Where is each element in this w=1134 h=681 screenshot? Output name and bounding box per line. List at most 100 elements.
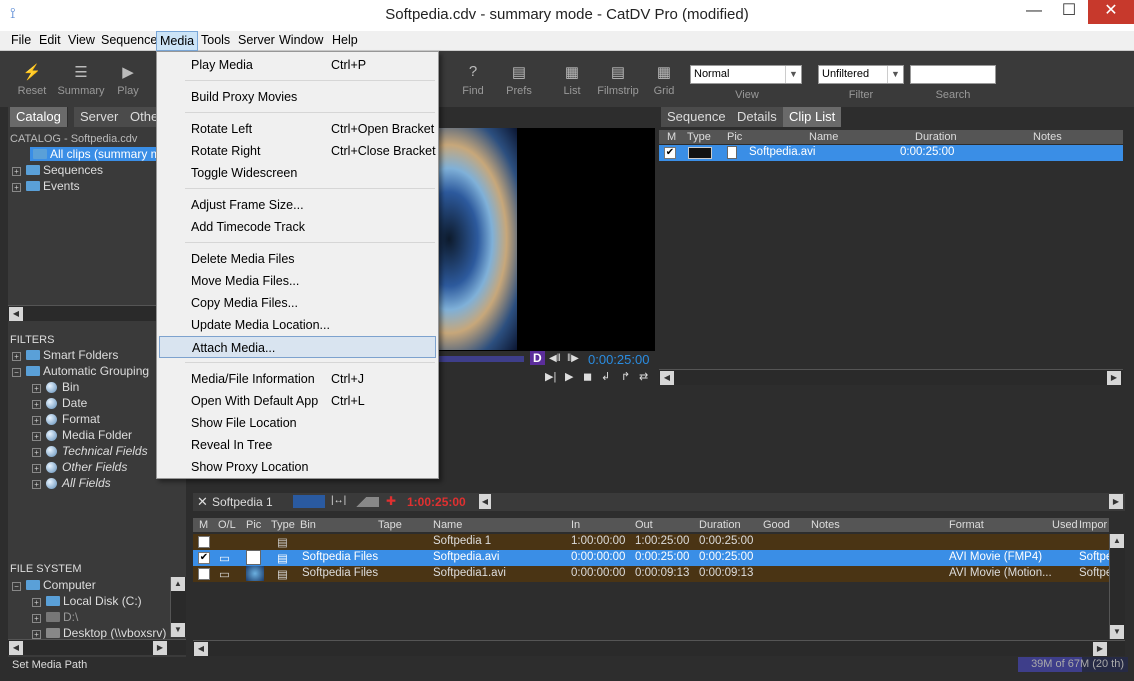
step-forward-icon[interactable]: ‖▶ [567, 353, 579, 364]
menu-item-copy-media-files[interactable]: Copy Media Files... [159, 292, 436, 314]
filter-smart-folders[interactable]: + Smart Folders [12, 348, 118, 362]
mark-in-icon[interactable]: ▶ [565, 370, 573, 383]
expand-icon[interactable]: + [32, 480, 41, 489]
scroll-down-icon[interactable]: ▼ [171, 623, 185, 637]
scroll-left-icon[interactable]: ◀ [9, 641, 23, 655]
menu-item-play-media[interactable]: Play Media Ctrl+P [159, 54, 436, 76]
menu-item-reveal-in-tree[interactable]: Reveal In Tree [159, 434, 436, 456]
view-select[interactable]: Normal ▼ [690, 65, 802, 84]
scroll-right-icon[interactable]: ▶ [153, 641, 167, 655]
fs-local-disk[interactable]: + Local Disk (C:) [32, 594, 142, 608]
mark-out-icon[interactable]: ◼ [583, 370, 592, 383]
catalog-item-sequences[interactable]: + Sequences [12, 163, 103, 177]
grid-button[interactable]: ▦ Grid [651, 63, 677, 97]
table-row[interactable]: ✔ ▭ ▤ Softpedia Files Softpedia.avi 0:00… [193, 550, 1112, 566]
fs-d-drive[interactable]: + D:\ [32, 610, 78, 624]
waveform-icon[interactable] [351, 497, 379, 507]
summary-button[interactable]: ☰ Summary [56, 63, 106, 97]
filter-all-fields[interactable]: + All Fields [32, 476, 111, 490]
catalog-item-events[interactable]: + Events [12, 179, 80, 193]
menu-item-open-with-default-app[interactable]: Open With Default App Ctrl+L [159, 390, 436, 412]
menu-item-update-media-location[interactable]: Update Media Location... [159, 314, 436, 336]
menu-item-delete-media-files[interactable]: Delete Media Files [159, 248, 436, 270]
insert-icon[interactable]: ↲ [601, 370, 610, 383]
filter-select[interactable]: Unfiltered ▼ [818, 65, 904, 84]
fs-desktop[interactable]: + Desktop (\\vboxsrv) [32, 626, 166, 640]
fs-computer[interactable]: − Computer [12, 578, 96, 592]
scroll-left-icon[interactable]: ◀ [9, 307, 23, 321]
menu-edit[interactable]: Edit [39, 33, 61, 47]
menu-window[interactable]: Window [279, 33, 323, 47]
expand-icon[interactable]: + [32, 416, 41, 425]
menu-item-attach-media[interactable]: Attach Media... [159, 336, 436, 358]
checkbox[interactable]: ✔ [198, 552, 210, 564]
menu-item-rotate-right[interactable]: Rotate Right Ctrl+Close Bracket [159, 140, 436, 162]
scroll-right-icon[interactable]: ▶ [1093, 642, 1107, 656]
filter-other-fields[interactable]: + Other Fields [32, 460, 127, 474]
list-button[interactable]: ▦ List [558, 63, 586, 97]
goto-end-icon[interactable]: ▶| [545, 370, 556, 383]
clips-vscroll[interactable]: ▲ ▼ [1109, 534, 1125, 639]
expand-icon[interactable]: + [32, 464, 41, 473]
menu-item-add-timecode-track[interactable]: Add Timecode Track [159, 216, 436, 238]
tab-sequence[interactable]: Sequence [661, 107, 733, 127]
fs-vscroll[interactable]: ▲ ▼ [170, 577, 186, 637]
memory-indicator[interactable]: 39M of 67M (20 th) [1018, 657, 1128, 672]
menu-file[interactable]: File [11, 33, 31, 47]
menu-sequence[interactable]: Sequence [101, 33, 157, 47]
tab-clip-list[interactable]: Clip List [783, 107, 843, 127]
expand-icon[interactable]: + [32, 448, 41, 457]
menu-item-build-proxy[interactable]: Build Proxy Movies [159, 86, 436, 108]
scroll-left-icon[interactable]: ◀ [479, 494, 491, 509]
menu-item-adjust-frame-size[interactable]: Adjust Frame Size... [159, 194, 436, 216]
filter-automatic-grouping[interactable]: − Automatic Grouping [12, 364, 149, 378]
fit-icon[interactable]: |↔| [331, 495, 346, 506]
clip-list-row[interactable]: ✔ Softpedia.avi 0:00:25:00 [659, 145, 1123, 161]
menu-view[interactable]: View [68, 33, 95, 47]
expand-icon[interactable]: + [32, 630, 41, 639]
tab-server[interactable]: Server [74, 107, 126, 127]
swap-icon[interactable]: ⇄ [639, 370, 648, 383]
maximize-button[interactable]: ☐ [1052, 0, 1086, 24]
menu-tools[interactable]: Tools [201, 33, 230, 47]
step-back-icon[interactable]: ◀‖ [549, 353, 561, 364]
tracks-icon[interactable] [293, 495, 325, 508]
menu-server[interactable]: Server [238, 33, 275, 47]
scroll-right-icon[interactable]: ▶ [1109, 494, 1123, 509]
scroll-left-icon[interactable]: ◀ [660, 371, 674, 385]
filter-media-folder[interactable]: + Media Folder [32, 428, 132, 442]
expand-icon[interactable]: + [12, 167, 21, 176]
clips-hscroll[interactable]: ◀ ▶ [193, 640, 1125, 656]
menu-help[interactable]: Help [332, 33, 358, 47]
trim-icon[interactable]: ↱ [621, 370, 630, 383]
scroll-left-icon[interactable]: ◀ [194, 642, 208, 656]
menu-item-rotate-left[interactable]: Rotate Left Ctrl+Open Bracket [159, 118, 436, 140]
expand-icon[interactable]: + [12, 183, 21, 192]
scroll-down-icon[interactable]: ▼ [1110, 625, 1124, 639]
filter-format[interactable]: + Format [32, 412, 100, 426]
close-button[interactable]: ✕ [1088, 0, 1134, 24]
expand-icon[interactable]: + [32, 400, 41, 409]
expand-icon[interactable]: + [32, 432, 41, 441]
tab-details[interactable]: Details [731, 107, 784, 127]
preview-viewer[interactable] [432, 128, 655, 351]
filter-date[interactable]: + Date [32, 396, 87, 410]
scroll-up-icon[interactable]: ▲ [1110, 534, 1124, 548]
table-row[interactable]: ▤ Softpedia 1 1:00:00:00 1:00:25:00 0:00… [193, 534, 1109, 550]
table-row[interactable]: ▭ ▤ Softpedia Files Softpedia1.avi 0:00:… [193, 566, 1112, 582]
expand-icon[interactable]: + [32, 614, 41, 623]
menu-item-show-file-location[interactable]: Show File Location [159, 412, 436, 434]
checkbox[interactable] [198, 536, 210, 548]
collapse-icon[interactable]: − [12, 368, 21, 377]
position-slider[interactable] [432, 356, 524, 362]
clip-list-hscroll[interactable]: ◀ ▶ [659, 369, 1123, 385]
minimize-button[interactable]: — [1017, 0, 1051, 24]
menu-item-toggle-widescreen[interactable]: Toggle Widescreen [159, 162, 436, 184]
filter-technical-fields[interactable]: + Technical Fields [32, 444, 148, 458]
filmstrip-button[interactable]: ▤ Filmstrip [596, 63, 640, 97]
play-button[interactable]: ▶ Play [114, 63, 142, 97]
search-input[interactable] [910, 65, 996, 84]
playhead-icon[interactable]: ✚ [386, 494, 396, 508]
checkbox[interactable] [198, 568, 210, 580]
scroll-right-icon[interactable]: ▶ [1107, 371, 1121, 385]
